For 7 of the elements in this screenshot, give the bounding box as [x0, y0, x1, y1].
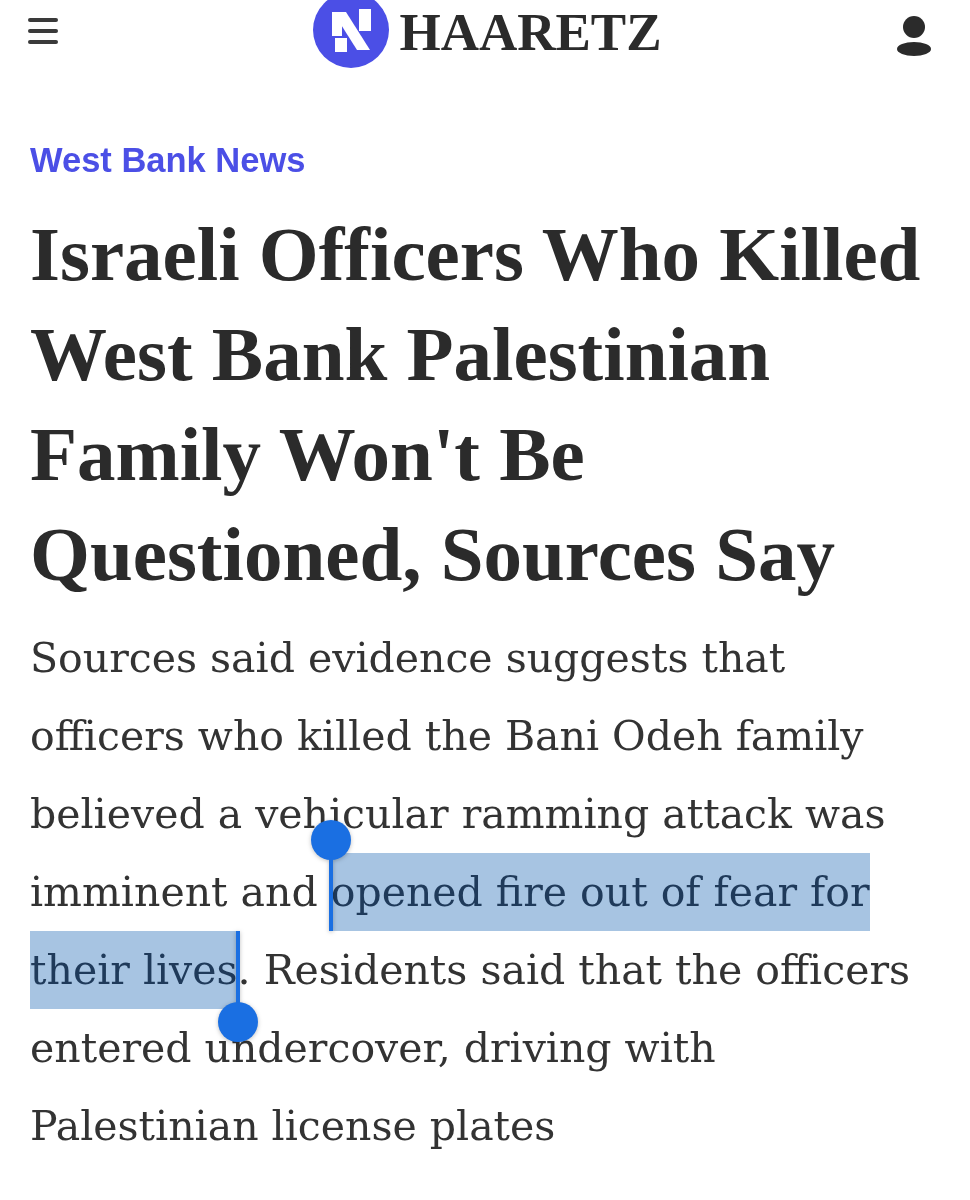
article-summary: Sources said evidence suggests that officers who killed the Bani Odeh family believed a vehicular ramming attack was imminent and opened fire out of fear for their lives. Residents said that the officers entered undercover, driving with Palestinian license plates [30, 633, 912, 1152]
section-link[interactable]: West Bank News [30, 140, 306, 180]
logo-icon[interactable] [313, 0, 390, 68]
headline: Israeli Officers Who Killed West Bank Palestinian Family Won't Be Questioned, Sources Say [30, 210, 922, 599]
user-icon[interactable] [897, 16, 931, 56]
logo-wordmark[interactable]: HAARETZ [399, 2, 662, 62]
menu-icon[interactable] [28, 18, 58, 44]
